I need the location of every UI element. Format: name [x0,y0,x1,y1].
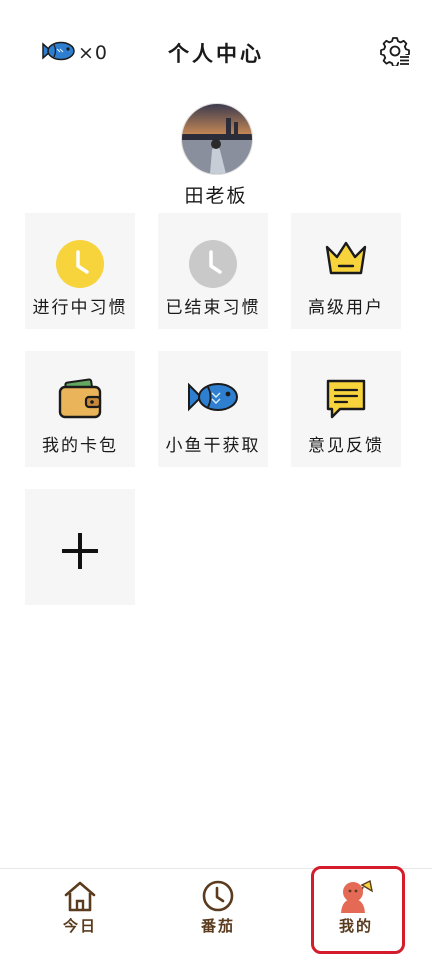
tile-feedback[interactable]: 意见反馈 [291,351,401,467]
tile-label: 小鱼干获取 [165,436,261,456]
clock-icon [146,879,290,915]
tile-label: 进行中习惯 [32,298,128,318]
wallet-icon [25,377,135,423]
tile-label: 高级用户 [308,298,384,318]
clock-yellow-icon [25,239,135,288]
page-title: 个人中心 [168,42,264,66]
username: 田老板 [184,185,248,207]
tile-my-wallet[interactable]: 我的卡包 [25,351,135,467]
header: ×0 个人中心 [0,0,432,100]
nav-item-today[interactable]: 今日 [8,869,152,965]
tile-premium-user[interactable]: 高级用户 [291,213,401,329]
nav-item-tomato[interactable]: 番茄 [146,869,290,965]
selected-tab-highlight [311,866,405,954]
avatar[interactable] [181,103,253,175]
nav-label: 番茄 [200,917,235,935]
tile-label: 意见反馈 [308,436,384,456]
tile-ended-habits[interactable]: 已结束习惯 [158,213,268,329]
fish-icon [158,377,268,423]
crown-icon [291,239,401,285]
tile-active-habits[interactable]: 进行中习惯 [25,213,135,329]
settings-icon[interactable] [380,36,410,68]
clock-gray-icon [158,239,268,288]
nav-label: 今日 [62,917,97,935]
tile-label: 我的卡包 [42,436,118,456]
tile-get-fish[interactable]: 小鱼干获取 [158,351,268,467]
feedback-icon [291,377,401,423]
tile-add[interactable] [25,489,135,605]
tile-label: 已结束习惯 [165,298,261,318]
home-icon [8,879,152,915]
